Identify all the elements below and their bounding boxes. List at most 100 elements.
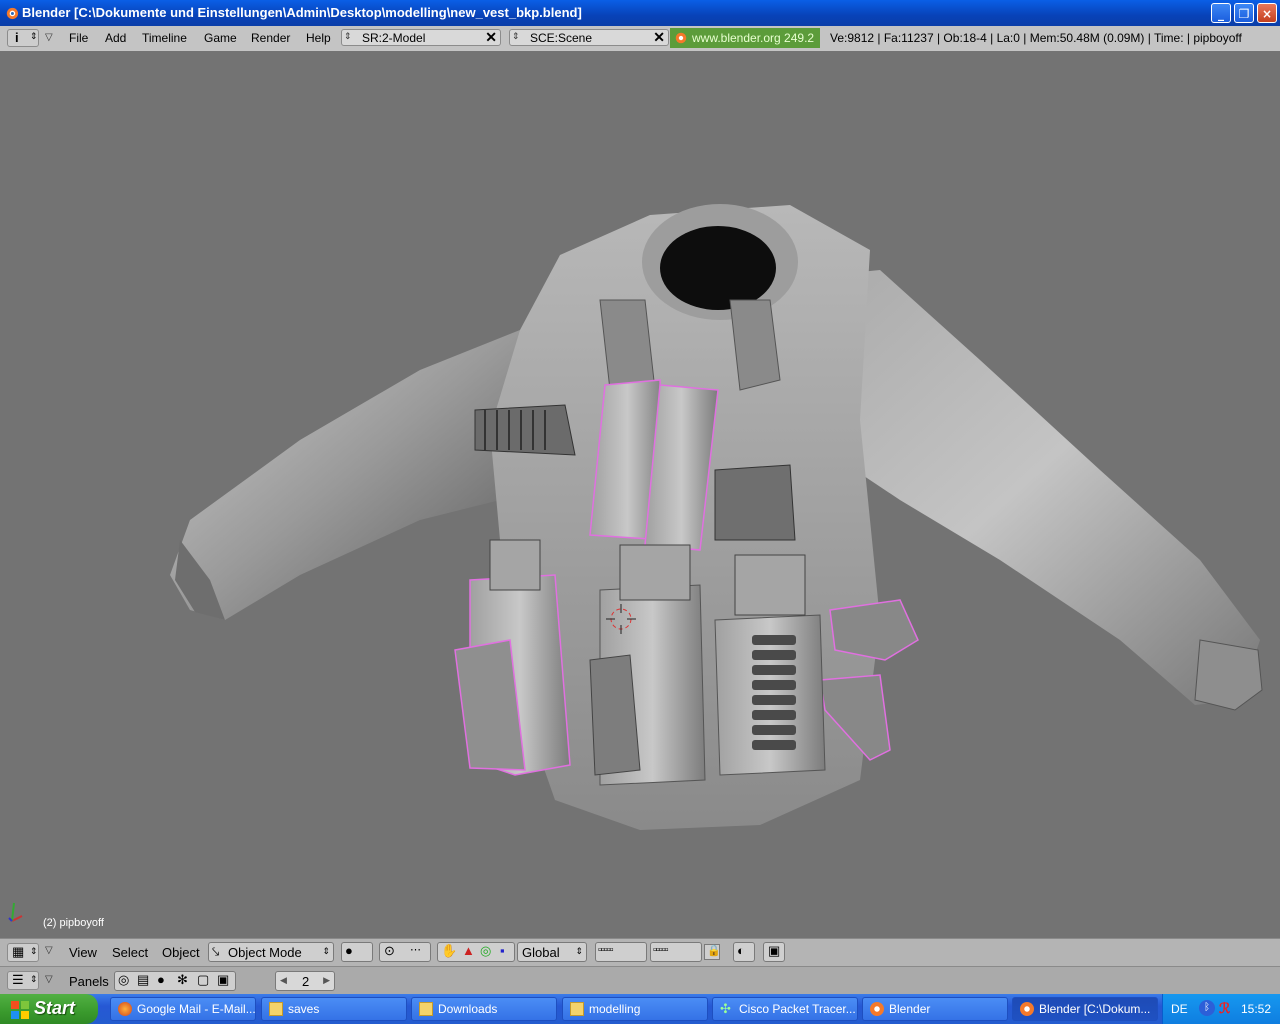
- orientation-selector[interactable]: Global ⇕: [517, 942, 587, 962]
- opengl-anim-button[interactable]: ▣: [763, 942, 785, 962]
- manipulator-buttons[interactable]: ✋ ▲ ◎ ▪: [437, 942, 515, 962]
- blender-logo-icon: [675, 32, 687, 44]
- lock-layers-button[interactable]: 🔒: [704, 944, 721, 960]
- menu-game[interactable]: Game: [204, 31, 237, 45]
- task-cisco-packet-tracer[interactable]: ✣ Cisco Packet Tracer...: [712, 997, 858, 1021]
- camera-icon: ▣: [768, 943, 781, 958]
- increment-arrow-icon: ▶: [323, 975, 330, 985]
- minimize-button[interactable]: _: [1211, 3, 1231, 23]
- render-icon: ◐: [737, 943, 745, 958]
- updown-arrow-icon: ⇕: [575, 946, 583, 956]
- info-header: i ⇕ ▽ File Add Timeline Game Render Help…: [0, 26, 1280, 52]
- windows-taskbar: Start Google Mail - E-Mail... saves Down…: [0, 994, 1280, 1024]
- scale-icon: ▪: [500, 943, 505, 958]
- task-blender-active[interactable]: Blender [C:\Dokum...: [1012, 997, 1158, 1021]
- collapse-triangle-icon[interactable]: ▽: [45, 32, 53, 43]
- language-indicator[interactable]: DE: [1171, 1002, 1188, 1016]
- logic-icon: ◎: [118, 972, 130, 987]
- collapse-triangle-icon[interactable]: ▽: [45, 945, 53, 956]
- layer-buttons-1[interactable]: ▫▫▫▫▫: [595, 942, 647, 962]
- scene-icon: ▣: [217, 972, 230, 987]
- folder-icon: [269, 1002, 283, 1016]
- layers-icon: ▫▫▫▫▫: [653, 944, 668, 956]
- menu-timeline[interactable]: Timeline: [142, 31, 187, 45]
- screen-selector[interactable]: ⇕ SR:2-Model ✕: [341, 29, 501, 46]
- folder-icon: [419, 1002, 433, 1016]
- decrement-arrow-icon: ◀: [280, 975, 287, 985]
- menu-file[interactable]: File: [69, 31, 88, 45]
- folder-icon: [570, 1002, 584, 1016]
- translate-icon: ▲: [462, 943, 475, 958]
- menu-view[interactable]: View: [69, 945, 97, 960]
- task-saves[interactable]: saves: [261, 997, 407, 1021]
- vest-model-render: [8, 204, 1263, 922]
- firefox-icon: [118, 1002, 132, 1016]
- grid-icon: ▦: [12, 944, 25, 959]
- hand-icon: ✋: [441, 943, 458, 958]
- antivirus-icon[interactable]: ℛ: [1219, 1000, 1230, 1017]
- draw-type-selector[interactable]: ●: [341, 942, 373, 962]
- updown-arrow-icon: ⇕: [512, 31, 520, 41]
- blender-icon: [1020, 1002, 1034, 1016]
- frame-number-field[interactable]: ◀ 2 ▶: [275, 971, 335, 991]
- 3d-viewport[interactable]: [0, 51, 1280, 938]
- layers-icon: ▫▫▫▫▫: [598, 944, 613, 956]
- menu-select[interactable]: Select: [112, 945, 148, 960]
- delete-screen-icon[interactable]: ✕: [485, 29, 497, 46]
- layer-buttons-2[interactable]: ▫▫▫▫▫: [650, 942, 702, 962]
- start-button[interactable]: Start: [0, 994, 98, 1024]
- system-tray: DE ᛒ ℛ 15:52: [1162, 994, 1280, 1024]
- bluetooth-icon[interactable]: ᛒ: [1199, 1000, 1215, 1016]
- shading-icon: ●: [157, 972, 165, 987]
- scene-selector[interactable]: ⇕ SCE:Scene ✕: [509, 29, 669, 46]
- script-icon: ▤: [137, 972, 150, 987]
- editing-icon: ▢: [197, 972, 210, 987]
- opengl-render-button[interactable]: ◐: [733, 942, 755, 962]
- blender-website-link[interactable]: www.blender.org 249.2: [670, 28, 820, 48]
- close-button[interactable]: ×: [1257, 3, 1277, 23]
- blender-icon: [870, 1002, 884, 1016]
- updown-arrow-icon: ⇕: [322, 946, 330, 956]
- menu-render[interactable]: Render: [251, 31, 290, 45]
- buttons-window-header: ☰ ⇕ ▽ Panels ◎ ▤ ● ✻ ▢ ▣ ◀ 2 ▶: [0, 966, 1280, 995]
- lock-icon: 🔒: [707, 945, 721, 957]
- 3d-view-header: ▦ ⇕ ▽ View Select Object ⤥ Object Mode ⇕…: [0, 938, 1280, 966]
- mode-selector[interactable]: ⤥ Object Mode ⇕: [208, 942, 334, 962]
- context-buttons[interactable]: ◎ ▤ ● ✻ ▢ ▣: [114, 971, 236, 991]
- blender-logo-icon: [6, 7, 19, 20]
- panels-menu[interactable]: Panels: [69, 974, 109, 989]
- updown-arrow-icon: ⇕: [30, 946, 38, 956]
- clock: 15:52: [1241, 1002, 1272, 1016]
- delete-scene-icon[interactable]: ✕: [653, 29, 665, 46]
- menu-add[interactable]: Add: [105, 31, 126, 45]
- selected-chest-pouches: [589, 379, 719, 551]
- updown-arrow-icon: ⇕: [30, 974, 38, 984]
- solid-draw-icon: ●: [345, 943, 353, 958]
- object-mode-icon: ⤥: [212, 944, 220, 959]
- updown-arrow-icon: ⇕: [344, 31, 352, 41]
- menu-object[interactable]: Object: [162, 945, 200, 960]
- packet-tracer-icon: ✣: [720, 1001, 731, 1016]
- info-icon: i: [15, 30, 19, 45]
- collapse-triangle-icon[interactable]: ▽: [45, 974, 53, 985]
- rotate-icon: ◎: [480, 943, 492, 958]
- updown-arrow-icon: ⇕: [30, 31, 38, 41]
- editor-type-selector[interactable]: ▦ ⇕: [7, 943, 39, 962]
- object-icon: ✻: [177, 972, 188, 987]
- buttons-window-icon: ☰: [12, 972, 24, 987]
- window-type-selector[interactable]: i ⇕: [7, 29, 39, 47]
- menu-help[interactable]: Help: [306, 31, 331, 45]
- editor-type-selector[interactable]: ☰ ⇕: [7, 971, 39, 990]
- task-blender[interactable]: Blender: [862, 997, 1008, 1021]
- task-google-mail[interactable]: Google Mail - E-Mail...: [110, 997, 256, 1021]
- layer-lock-icon: ⋯: [410, 944, 421, 956]
- task-downloads[interactable]: Downloads: [411, 997, 557, 1021]
- pivot-selector[interactable]: ⊙ ⋯: [379, 942, 431, 962]
- scene-stats: Ve:9812 | Fa:11237 | Ob:18-4 | La:0 | Me…: [830, 31, 1242, 45]
- task-modelling[interactable]: modelling: [562, 997, 708, 1021]
- pivot-icon: ⊙: [384, 943, 395, 958]
- restore-button[interactable]: ❐: [1234, 3, 1254, 23]
- window-title: Blender [C:\Dokumente und Einstellungen\…: [22, 5, 582, 20]
- window-titlebar: Blender [C:\Dokumente und Einstellungen\…: [0, 0, 1280, 26]
- active-object-label: (2) pipboyoff: [43, 917, 104, 929]
